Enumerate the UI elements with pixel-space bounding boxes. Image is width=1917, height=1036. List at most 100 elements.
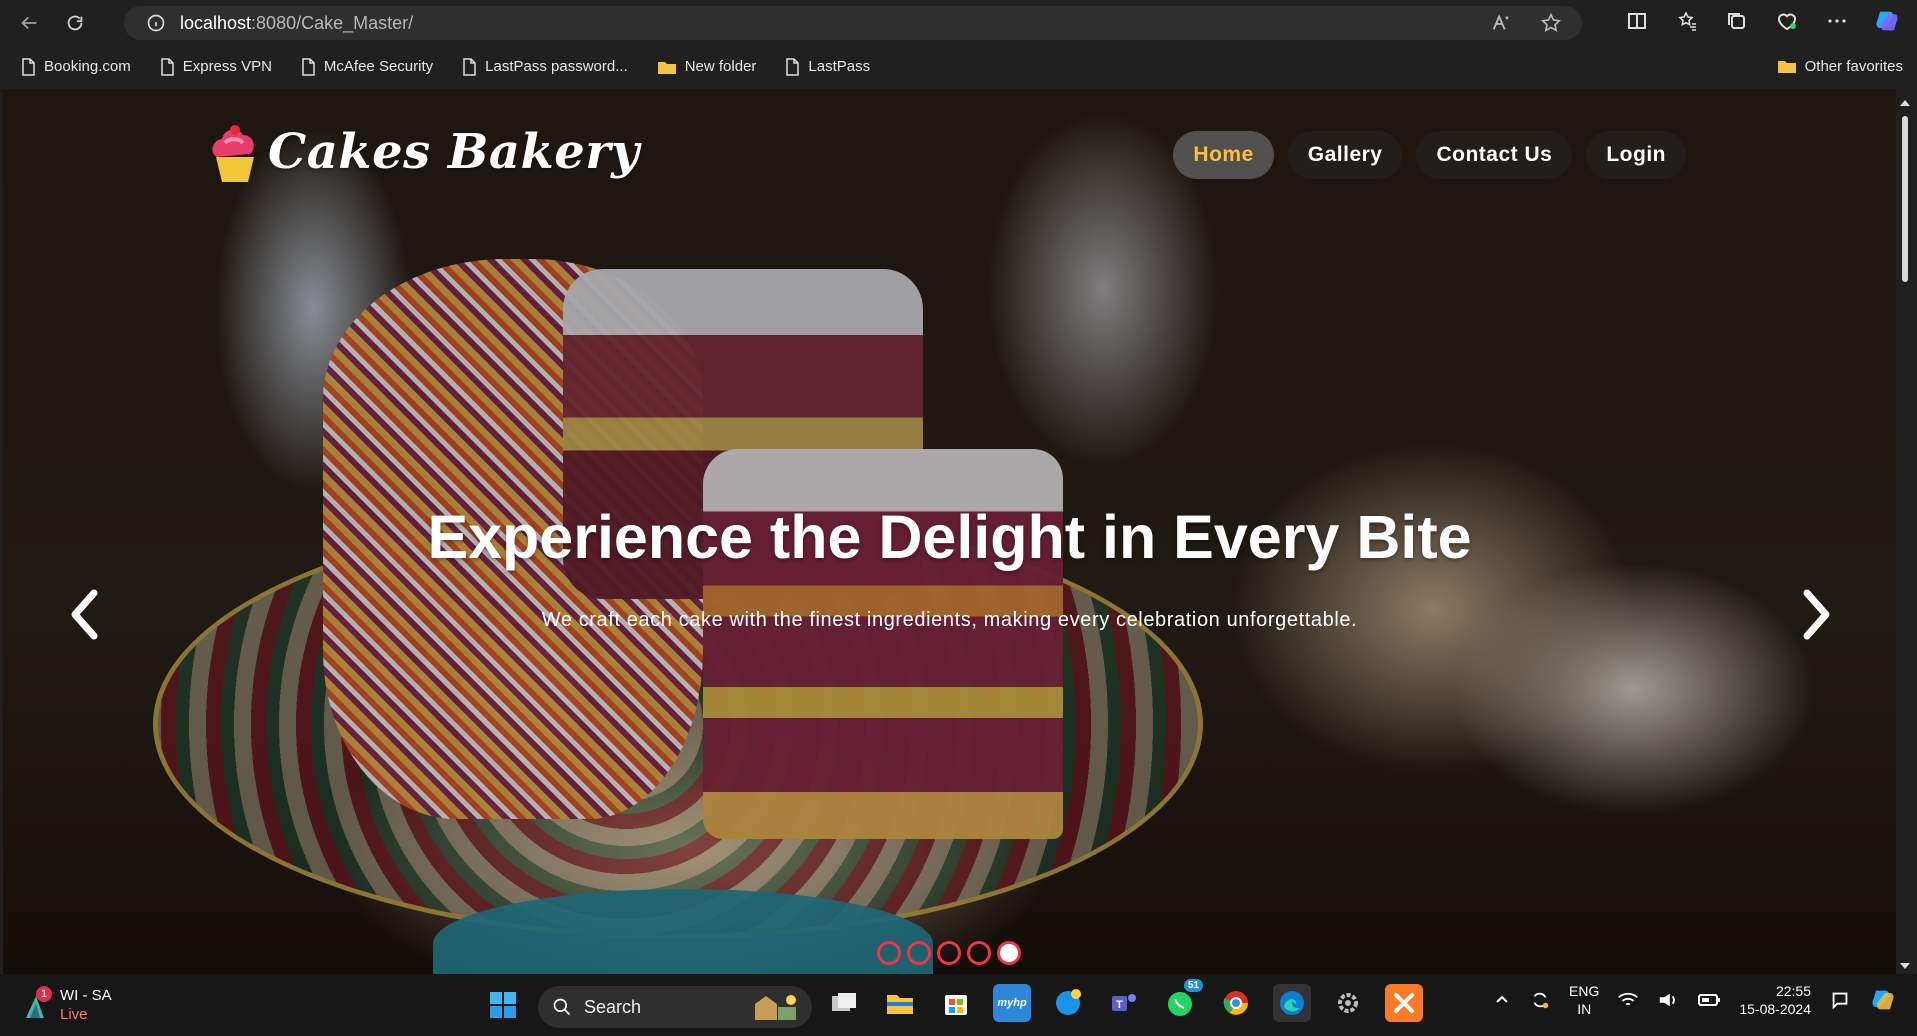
nav-login[interactable]: Login xyxy=(1586,131,1686,179)
site-logo[interactable]: Cakes Bakery xyxy=(203,117,639,187)
nav-home[interactable]: Home xyxy=(1173,131,1274,179)
chevron-right-icon xyxy=(1803,589,1830,639)
page-scrollbar[interactable] xyxy=(1897,96,1913,972)
clock[interactable]: 22:55 15-08-2024 xyxy=(1739,982,1811,1018)
browser-essentials-icon[interactable] xyxy=(1773,7,1801,35)
chevron-left-icon xyxy=(71,589,98,639)
favorite-label: LastPass password... xyxy=(485,58,628,75)
wifi-icon[interactable] xyxy=(1617,990,1639,1010)
battery-icon[interactable] xyxy=(1697,990,1721,1010)
favorite-label: New folder xyxy=(684,58,757,75)
favorite-new-folder[interactable]: New folder xyxy=(649,52,765,82)
language-indicator[interactable]: ENG IN xyxy=(1569,982,1599,1018)
url-host: localhost xyxy=(180,12,252,33)
taskbar-pinned-apps: myhp T 51 xyxy=(825,979,1423,1022)
carousel-indicators xyxy=(877,941,1021,965)
clock-date: 15-08-2024 xyxy=(1739,1001,1811,1017)
volume-icon[interactable] xyxy=(1657,990,1679,1010)
favorite-express-vpn[interactable]: Express VPN xyxy=(152,52,280,82)
chrome-icon[interactable] xyxy=(1217,984,1255,1022)
page-icon xyxy=(302,57,315,76)
nav-gallery[interactable]: Gallery xyxy=(1287,131,1403,179)
favorite-booking[interactable]: Booking.com xyxy=(13,52,139,82)
settings-gear-icon[interactable] xyxy=(1329,984,1367,1022)
scroll-up-icon[interactable] xyxy=(1897,97,1913,109)
page-icon xyxy=(786,57,800,76)
info-icon[interactable] xyxy=(146,13,166,33)
back-icon[interactable] xyxy=(12,6,46,40)
clock-time: 22:55 xyxy=(1775,983,1811,999)
scrollbar-thumb[interactable] xyxy=(1902,116,1908,282)
weather-app-icon: 1 xyxy=(20,986,52,1020)
favorites-icon[interactable] xyxy=(1673,7,1701,35)
hero-title: Experience the Delight in Every Bite xyxy=(427,503,1472,571)
collections-icon[interactable] xyxy=(1723,7,1751,35)
page-icon xyxy=(160,57,174,76)
carousel-prev-button[interactable] xyxy=(60,579,110,649)
browser-toolbar: localhost:8080/Cake_Master/ xyxy=(0,0,1917,45)
weather-live-label: Live xyxy=(60,1006,88,1023)
refresh-icon[interactable] xyxy=(58,6,92,40)
file-explorer-icon[interactable] xyxy=(881,984,919,1022)
nav-contact-us[interactable]: Contact Us xyxy=(1416,131,1573,179)
favorite-label: Booking.com xyxy=(44,58,131,75)
region-code: IN xyxy=(1577,1001,1592,1017)
favorite-label: McAfee Security xyxy=(323,58,434,75)
cupcake-icon xyxy=(203,117,266,187)
copilot-icon[interactable] xyxy=(1873,7,1901,35)
search-highlight-icon xyxy=(755,995,796,1020)
weather-widget[interactable]: 1 WI - SA Live xyxy=(20,986,112,1024)
page-icon xyxy=(463,57,476,76)
windows-start-icon[interactable] xyxy=(488,990,518,1020)
url-path: :8080/Cake_Master/ xyxy=(251,12,414,33)
favorite-label: LastPass xyxy=(808,58,871,75)
carousel-dot[interactable] xyxy=(907,941,931,965)
taskbar-search[interactable]: Search xyxy=(538,986,812,1028)
favorite-lastpass[interactable]: LastPass xyxy=(777,52,878,82)
browser-right-icons xyxy=(1623,7,1901,35)
favorite-label: Express VPN xyxy=(182,58,272,75)
edge-blue-app-icon[interactable] xyxy=(1049,984,1087,1022)
chevron-up-icon[interactable] xyxy=(1493,991,1511,1009)
xampp-icon[interactable] xyxy=(1385,984,1423,1022)
page-icon xyxy=(22,57,35,76)
system-tray: ENG IN 22:55 15-08-2024 xyxy=(1493,982,1897,1018)
language-code: ENG xyxy=(1569,983,1600,999)
carousel-dot[interactable] xyxy=(877,941,901,965)
myhp-icon[interactable]: myhp xyxy=(993,984,1031,1022)
favorite-mcafee[interactable]: McAfee Security xyxy=(293,52,441,82)
teams-icon[interactable]: T xyxy=(1105,984,1143,1022)
whatsapp-icon[interactable]: 51 xyxy=(1161,979,1203,1022)
split-screen-icon[interactable] xyxy=(1623,7,1651,35)
carousel-dot[interactable] xyxy=(937,941,961,965)
task-view-icon[interactable] xyxy=(825,984,863,1022)
address-bar[interactable]: localhost:8080/Cake_Master/ xyxy=(124,6,1582,40)
whatsapp-badge: 51 xyxy=(1183,979,1203,992)
edge-icon[interactable] xyxy=(1273,984,1311,1022)
svg-text:T: T xyxy=(1116,999,1123,1011)
brand-name: Cakes Bakery xyxy=(268,124,640,180)
weather-badge: 1 xyxy=(36,986,52,1002)
more-options-icon[interactable] xyxy=(1823,7,1851,35)
favorites-bar: Booking.com Express VPN McAfee Security … xyxy=(0,45,1917,88)
site-nav: Home Gallery Contact Us Login xyxy=(1173,131,1686,179)
search-icon xyxy=(553,998,571,1016)
carousel-dot[interactable] xyxy=(967,941,991,965)
carousel-next-button[interactable] xyxy=(1791,579,1841,649)
read-aloud-icon[interactable] xyxy=(1490,12,1512,34)
notification-icon[interactable] xyxy=(1829,989,1851,1011)
search-placeholder: Search xyxy=(584,996,642,1017)
sync-icon[interactable] xyxy=(1529,989,1551,1011)
favorite-star-icon[interactable] xyxy=(1540,12,1562,34)
copilot-taskbar-icon[interactable] xyxy=(1869,986,1897,1014)
scroll-down-icon[interactable] xyxy=(1897,960,1913,972)
website-viewport: Cakes Bakery Home Gallery Contact Us Log… xyxy=(3,89,1896,974)
windows-taskbar: 1 WI - SA Live Search myhp T 51 ENG IN 2… xyxy=(0,974,1917,1036)
other-favorites[interactable]: Other favorites xyxy=(1777,51,1903,81)
folder-icon xyxy=(1777,61,1796,73)
carousel-dot-active[interactable] xyxy=(997,941,1021,965)
favorite-lastpass-password[interactable]: LastPass password... xyxy=(454,52,636,82)
microsoft-store-icon[interactable] xyxy=(937,984,975,1022)
hero-subtitle: We craft each cake with the finest ingre… xyxy=(541,609,1358,631)
folder-icon xyxy=(657,61,676,74)
